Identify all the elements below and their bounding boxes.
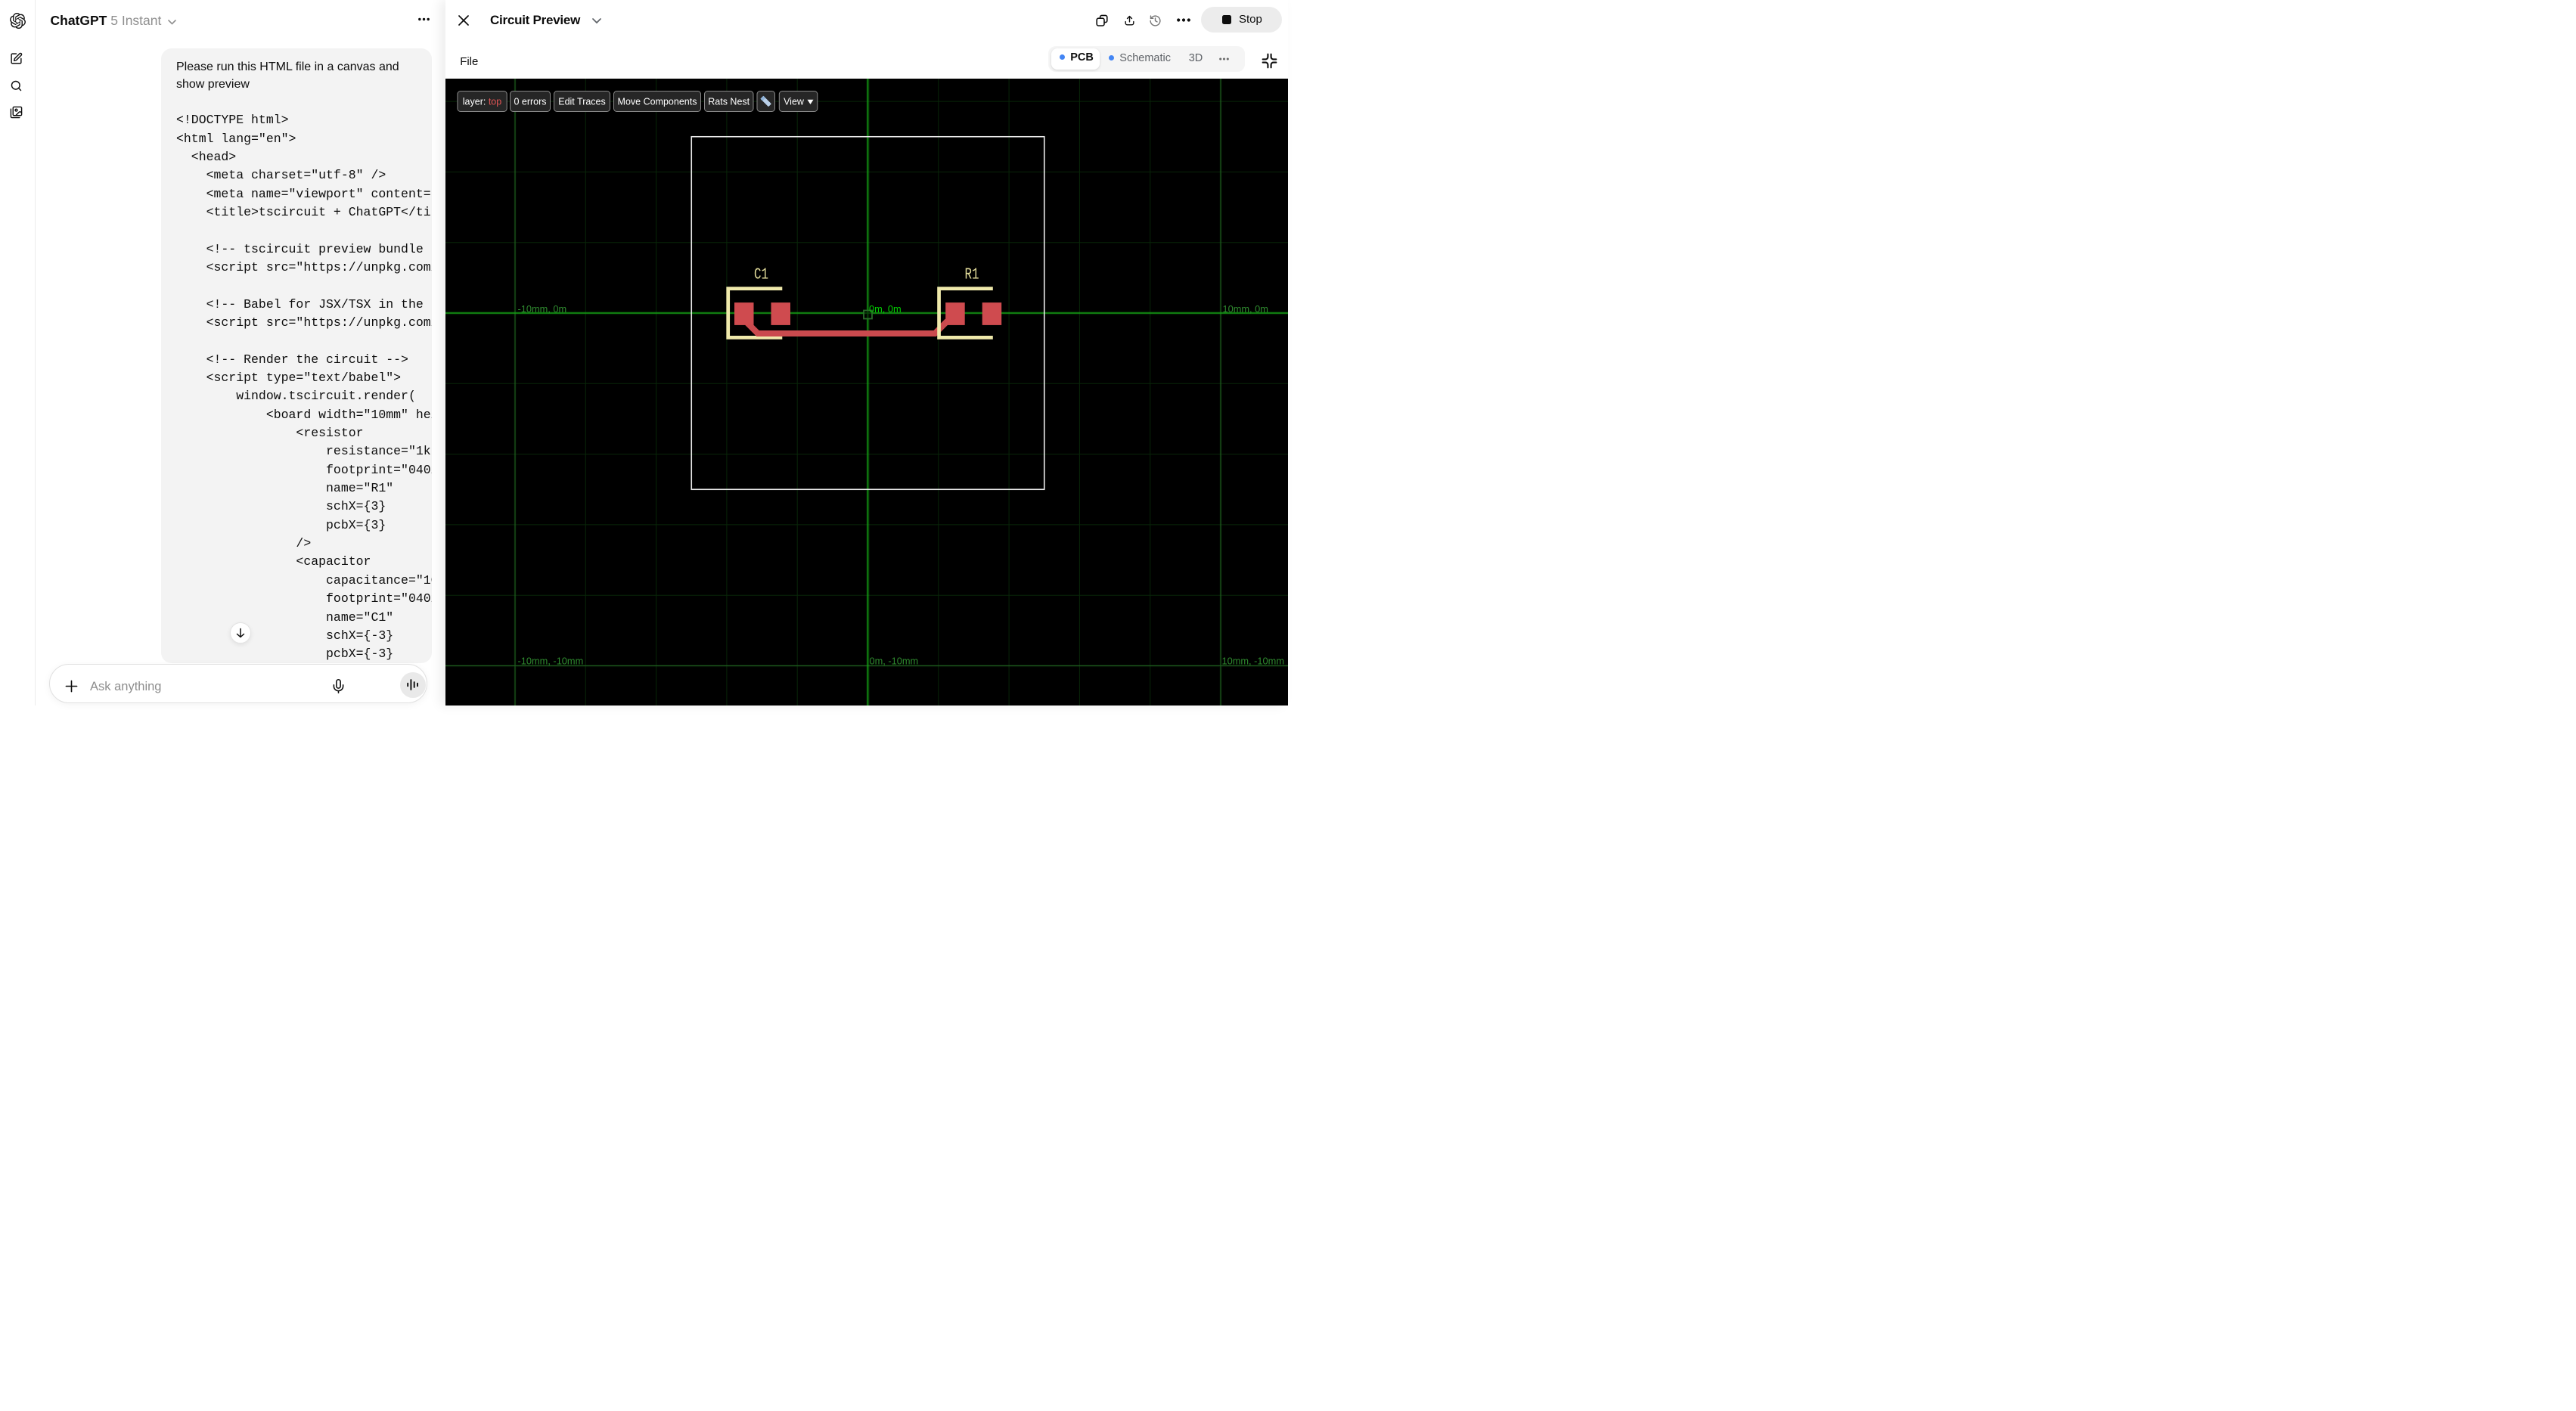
svg-text:-10mm, -10mm: -10mm, -10mm — [517, 655, 583, 666]
svg-text:layer: top: layer: top — [462, 96, 501, 107]
svg-text:0m, -10mm: 0m, -10mm — [869, 655, 918, 666]
svg-text:10mm, 0m: 10mm, 0m — [1222, 303, 1268, 315]
svg-text:10mm, -10mm: 10mm, -10mm — [1221, 655, 1283, 666]
svg-text:-10mm, 0m: -10mm, 0m — [517, 303, 566, 315]
svg-text:0 errors: 0 errors — [514, 96, 546, 107]
svg-text:Edit Traces: Edit Traces — [558, 96, 606, 107]
svg-text:C1: C1 — [754, 266, 768, 284]
svg-text:View: View — [784, 96, 805, 107]
svg-text:R1: R1 — [964, 266, 979, 284]
svg-text:Move Components: Move Components — [617, 96, 697, 107]
svg-text:Rats Nest: Rats Nest — [708, 96, 750, 107]
svg-text:0m, 0m: 0m, 0m — [869, 303, 902, 315]
